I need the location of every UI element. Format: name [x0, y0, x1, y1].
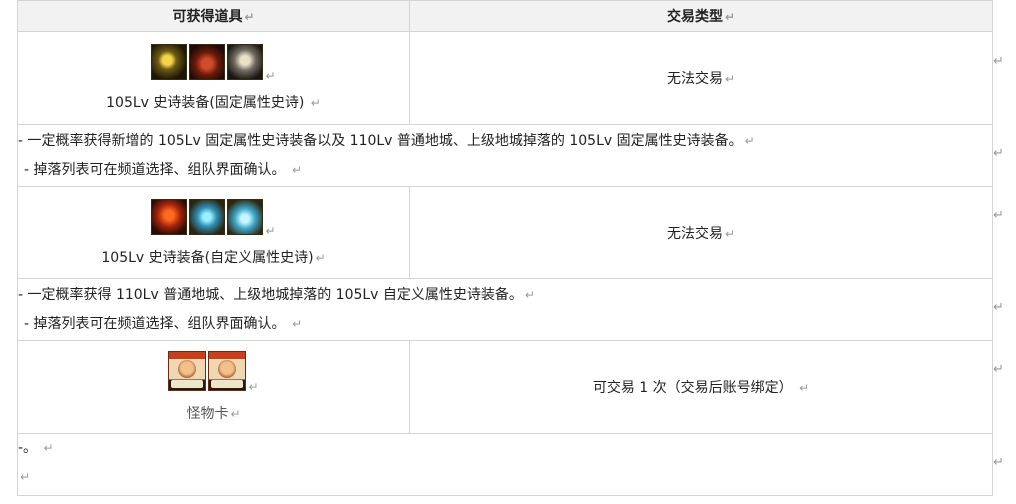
document-page: 可获得道具 ↵ 交易类型 ↵ ↵ 105Lv 史诗装备(固定属性史诗) ↵ 无法交易… — [0, 0, 1016, 504]
item-name: 怪物卡 — [186, 406, 229, 422]
hood-icon — [151, 198, 188, 235]
paragraph-mark: ↵ — [993, 208, 1004, 223]
monster-card-icon — [168, 351, 207, 391]
item-icons — [151, 44, 264, 80]
item-name: 105Lv 史诗装备(固定属性史诗) — [106, 95, 305, 111]
item-icons — [168, 351, 247, 391]
necklace-icon — [189, 198, 226, 235]
description-cell: - 一定概率获得新增的 105Lv 固定属性史诗装备以及 110Lv 普通地城、… — [17, 124, 993, 187]
paragraph-mark: ↵ — [993, 54, 1004, 69]
description-line: - 一定概率获得新增的 105Lv 固定属性史诗装备以及 110Lv 普通地城、… — [18, 132, 743, 149]
glove-icon — [151, 44, 188, 80]
paragraph-mark: ↵ — [993, 300, 1004, 315]
description-line: - 一定概率获得 110Lv 普通地城、上级地城掉落的 105Lv 自定义属性史… — [18, 286, 523, 303]
trade-type-cell: 无法交易 ↵ — [409, 31, 993, 125]
item-cell: ↵ 105Lv 史诗装备(自定义属性史诗) ↵ — [17, 186, 410, 279]
paragraph-mark: ↵ — [993, 455, 1004, 470]
item-name: 105Lv 史诗装备(自定义属性史诗) — [101, 249, 314, 266]
description-line: -。 — [18, 440, 38, 456]
table-header-row: 可获得道具 ↵ 交易类型 ↵ — [17, 0, 993, 32]
table-row: ↵ 怪物卡 ↵ 可交易 1 次（交易后账号绑定） ↵ — [17, 340, 993, 434]
trade-type: 无法交易 — [666, 71, 723, 87]
monster-card-icon — [208, 351, 247, 391]
table-row: ↵ 105Lv 史诗装备(固定属性史诗) ↵ 无法交易 ↵ — [17, 31, 993, 125]
trade-type-cell: 可交易 1 次（交易后账号绑定） ↵ — [409, 340, 993, 434]
trade-type: 无法交易 — [666, 225, 723, 242]
table-row: - 一定概率获得新增的 105Lv 固定属性史诗装备以及 110Lv 普通地城、… — [17, 124, 993, 187]
paragraph-mark: ↵ — [993, 146, 1004, 161]
table-row: - 一定概率获得 110Lv 普通地城、上级地城掉落的 105Lv 自定义属性史… — [17, 278, 993, 341]
gauntlet-icon — [227, 44, 264, 80]
rewards-table: 可获得道具 ↵ 交易类型 ↵ ↵ 105Lv 史诗装备(固定属性史诗) ↵ 无法交易… — [17, 0, 993, 496]
header-trade-column: 交易类型 ↵ — [409, 0, 993, 32]
item-cell: ↵ 105Lv 史诗装备(固定属性史诗) ↵ — [17, 31, 410, 125]
description-cell: -。 ↵ ↵ — [17, 433, 993, 496]
description-line: - 掉落列表可在频道选择、组队界面确认。 — [24, 161, 286, 178]
header-item-column: 可获得道具 ↵ — [17, 0, 410, 32]
table-row: -。 ↵ ↵ — [17, 433, 993, 496]
trade-type-cell: 无法交易 ↵ — [409, 186, 993, 279]
table-row: ↵ 105Lv 史诗装备(自定义属性史诗) ↵ 无法交易 ↵ — [17, 186, 993, 279]
paragraph-mark: ↵ — [993, 362, 1004, 377]
ring-icon — [227, 198, 264, 235]
description-line: - 掉落列表可在频道选择、组队界面确认。 — [24, 315, 286, 332]
description-cell: - 一定概率获得 110Lv 普通地城、上级地城掉落的 105Lv 自定义属性史… — [17, 278, 993, 341]
trade-type: 可交易 1 次（交易后账号绑定） — [592, 380, 793, 396]
item-cell: ↵ 怪物卡 ↵ — [17, 340, 410, 434]
boots-icon — [189, 44, 226, 80]
item-icons — [151, 198, 264, 235]
